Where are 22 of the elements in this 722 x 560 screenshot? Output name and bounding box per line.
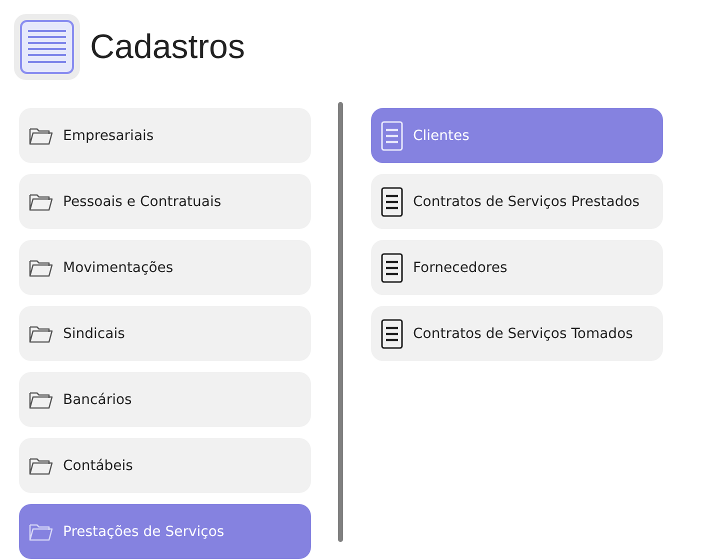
folder-icon	[29, 390, 53, 410]
document-icon	[381, 120, 403, 150]
folder-icon	[29, 126, 53, 146]
list-icon	[14, 14, 80, 80]
folder-icon	[29, 522, 53, 542]
register-item[interactable]: Contratos de Serviços Tomados	[371, 306, 663, 361]
folder-icon	[29, 324, 53, 344]
folder-icon	[29, 192, 53, 212]
category-item[interactable]: Contábeis	[19, 438, 311, 493]
document-icon	[381, 186, 403, 216]
category-item[interactable]: Sindicais	[19, 306, 311, 361]
category-item[interactable]: Movimentações	[19, 240, 311, 295]
folder-icon	[29, 258, 53, 278]
folder-icon	[29, 456, 53, 476]
category-item[interactable]: Pessoais e Contratuais	[19, 174, 311, 229]
document-icon	[381, 318, 403, 348]
category-item[interactable]: Empresariais	[19, 108, 311, 163]
register-item[interactable]: Contratos de Serviços Prestados	[371, 174, 663, 229]
category-item[interactable]: Bancários	[19, 372, 311, 427]
document-icon	[381, 252, 403, 282]
page-title: Cadastros	[90, 28, 245, 66]
register-item[interactable]: Fornecedores	[371, 240, 663, 295]
